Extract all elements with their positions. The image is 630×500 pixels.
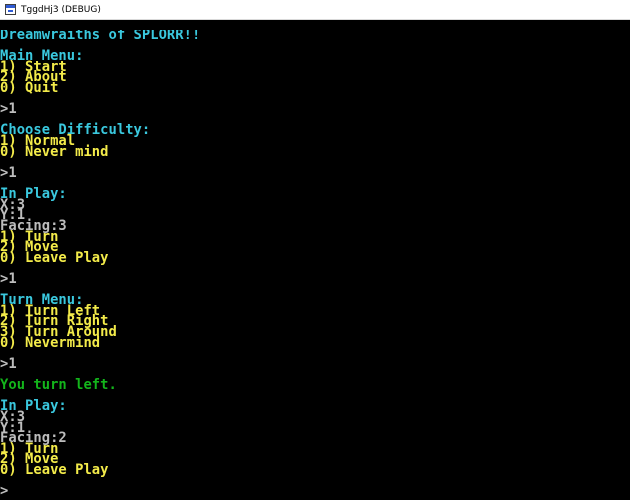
menu-header: In Play:	[0, 398, 67, 415]
app-window-icon	[5, 4, 16, 15]
menu-option: 0) Nevermind	[0, 334, 101, 351]
menu-option: 0) Never mind	[0, 143, 109, 160]
status-line: Facing:2	[0, 430, 67, 447]
input-prompt: >1	[0, 164, 17, 181]
console-window: TggdHj3 (DEBUG) Dreamwraiths of SPLORR!!…	[0, 0, 630, 500]
input-prompt: >1	[0, 101, 17, 118]
menu-option: 1) Start	[0, 58, 67, 75]
menu-option: 0) Leave Play	[0, 461, 109, 478]
menu-option: 0) Quit	[0, 80, 59, 97]
console-output[interactable]: Dreamwraiths of SPLORR!! Main Menu: 1) Sta…	[0, 30, 630, 500]
input-prompt: >1	[0, 355, 17, 372]
input-prompt: >1	[0, 271, 17, 288]
menu-header: Choose Difficulty:	[0, 122, 151, 139]
game-title: Dreamwraiths of SPLORR!!	[0, 30, 201, 43]
status-line: Facing:3	[0, 217, 67, 234]
menu-header: Main Menu:	[0, 48, 84, 65]
menu-option: 1) Turn	[0, 440, 59, 457]
menu-option: 2) About	[0, 69, 67, 86]
status-line: Y:1	[0, 207, 26, 224]
input-prompt: >	[0, 483, 9, 500]
status-line: X:3	[0, 196, 26, 213]
menu-option: 0) Leave Play	[0, 249, 109, 266]
status-line: X:3	[0, 408, 26, 425]
game-message: You turn left.	[0, 377, 117, 394]
status-line: Y:1	[0, 419, 26, 436]
menu-header: In Play:	[0, 186, 67, 203]
window-titlebar[interactable]: TggdHj3 (DEBUG)	[0, 0, 630, 20]
menu-option: 1) Turn	[0, 228, 59, 245]
window-title: TggdHj3 (DEBUG)	[21, 4, 101, 15]
